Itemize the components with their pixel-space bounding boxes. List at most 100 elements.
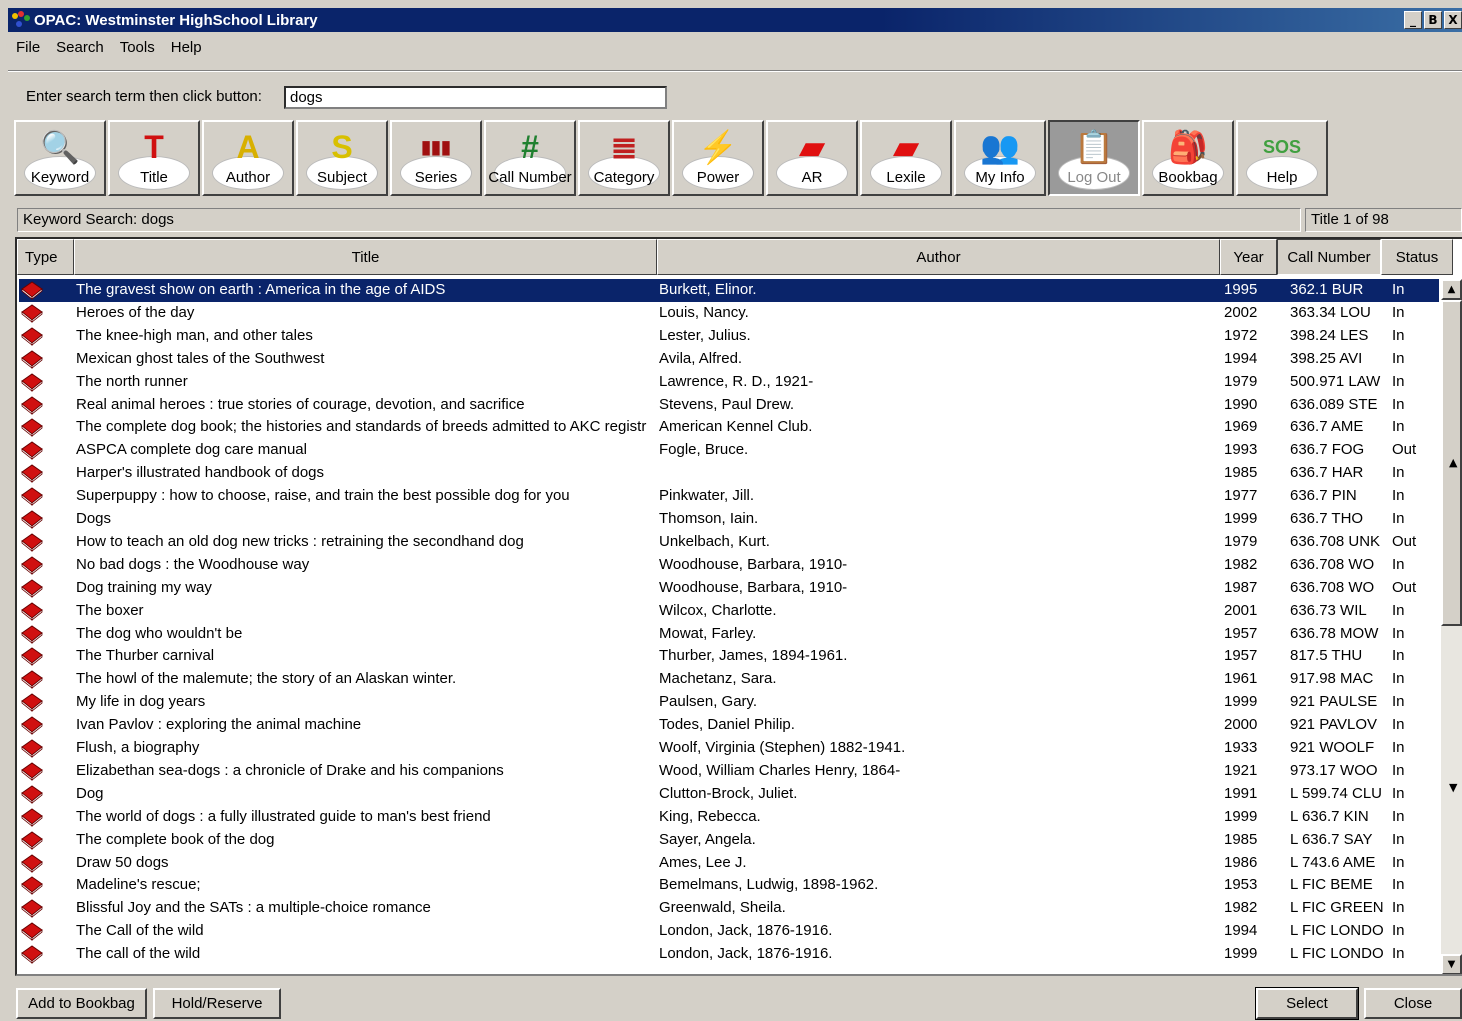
row-call-number: 921 PAULSE [1290,693,1378,711]
log-out-clipboard-icon: 📋 [1074,129,1114,165]
hold-reserve-button[interactable]: Hold/Reserve [153,988,281,1019]
table-row[interactable]: Dog Clutton-Brock, Juliet. 1991 L 599.74 CL… [19,783,1439,806]
book-icon [21,418,43,438]
table-row[interactable]: Madeline's rescue; Bemelmans, Ludwig, 189… [19,874,1439,897]
table-row[interactable]: My life in dog years Paulsen, Gary. 1999 92… [19,691,1439,714]
table-row[interactable]: Blissful Joy and the SATs : a multiple-c… [19,897,1439,920]
close-window-button[interactable]: X [1444,11,1462,29]
table-row[interactable]: The boxer Wilcox, Charlotte. 2001 636.73 WI… [19,600,1439,623]
toolbar-button-bookbag[interactable]: 🎒 Bookbag [1142,120,1234,196]
table-row[interactable]: Real animal heroes : true stories of cou… [19,394,1439,417]
scroll-up-arrow-icon[interactable]: ▲ [1441,279,1462,300]
toolbar-button-keyword[interactable]: 🔍 Keyword [14,120,106,196]
row-status: In [1392,853,1405,871]
row-author: Thomson, Iain. [659,510,759,527]
menu-separator [8,70,1462,72]
table-row[interactable]: The gravest show on earth : America in t… [19,279,1439,302]
table-row[interactable]: Mexican ghost tales of the Southwest Avil… [19,348,1439,371]
column-header-call-number[interactable]: Call Number [1277,239,1381,275]
table-row[interactable]: Dogs Thomson, Iain. 1999 636.7 THO In [19,508,1439,531]
table-row[interactable]: Dog training my way Woodhouse, Barbara, 1… [19,577,1439,600]
column-header-title[interactable]: Title [74,239,657,275]
toolbar-button-power[interactable]: ⚡ Power [672,120,764,196]
search-status: Keyword Search: dogs [17,208,1301,232]
toolbar-button-my-info[interactable]: 👥 My Info [954,120,1046,196]
author-pencil-icon: A [236,128,260,165]
toolbar-button-subject[interactable]: S Subject [296,120,388,196]
row-year: 2000 [1224,716,1258,734]
toolbar-button-author[interactable]: A Author [202,120,294,196]
row-status: In [1392,624,1405,642]
maximize-button[interactable]: B [1424,11,1442,29]
row-title: Dog [76,784,104,802]
series-books-icon: ▮▮▮ [421,136,451,157]
book-icon [21,739,43,758]
minimize-button[interactable]: _ [1404,11,1422,29]
table-row[interactable]: The howl of the malemute; the story of a… [19,668,1439,691]
table-row[interactable]: The complete book of the dog Sayer, Angel… [19,829,1439,852]
row-status: In [1392,349,1405,367]
toolbar-button-title[interactable]: T Title [108,120,200,196]
table-row[interactable]: The complete dog book; the histories and… [19,416,1439,439]
select-button[interactable]: Select [1255,987,1359,1020]
menu-help[interactable]: Help [163,39,210,56]
table-row[interactable]: The call of the wild London, Jack, 1876-1… [19,943,1439,966]
table-row[interactable]: The dog who wouldn't be Mowat, Farley. 195… [19,623,1439,646]
toolbar-button-call-number[interactable]: # Call Number [484,120,576,196]
row-title: Mexican ghost tales of the Southwest [76,349,325,367]
table-row[interactable]: Ivan Pavlov : exploring the animal machi… [19,714,1439,737]
page-up-arrow-icon[interactable]: ▲ [1449,456,1457,469]
table-row[interactable]: Heroes of the day Louis, Nancy. 2002 363.34… [19,302,1439,325]
row-call-number: L 599.74 CLU [1290,784,1383,802]
toolbar-button-ar[interactable]: ▰ AR [766,120,858,196]
ar-reader-icon: ▰ [799,129,825,165]
column-header-year[interactable]: Year [1220,239,1277,275]
row-year: 1953 [1224,876,1258,894]
toolbar-button-help[interactable]: SOS Help [1236,120,1328,196]
table-row[interactable]: Flush, a biography Woolf, Virginia (Steph… [19,737,1439,760]
table-row[interactable]: The knee-high man, and other tales Lester… [19,325,1439,348]
row-title: Elizabethan sea-dogs : a chronicle of Dr… [76,761,504,779]
toolbar-button-series[interactable]: ▮▮▮ Series [390,120,482,196]
column-header-author[interactable]: Author [657,239,1220,275]
search-input[interactable] [284,86,667,109]
add-to-bookbag-button[interactable]: Add to Bookbag [16,988,147,1019]
column-header-type[interactable]: Type [17,239,74,275]
row-year: 1957 [1224,624,1258,642]
table-row[interactable]: Elizabethan sea-dogs : a chronicle of Dr… [19,760,1439,783]
row-year: 1979 [1224,532,1258,550]
table-row[interactable]: The Thurber carnival Thurber, James, 1894… [19,645,1439,668]
magnifier-globe-icon: 🔍 [40,129,80,165]
row-author: Wood, William Charles Henry, 1864- [659,761,901,779]
row-title: Dogs [76,510,112,527]
table-row[interactable]: ASPCA complete dog care manual Fogle, Bru… [19,439,1439,462]
table-row[interactable]: Harper's illustrated handbook of dogs 198… [19,462,1439,485]
table-row[interactable]: No bad dogs : the Woodhouse way Woodhouse… [19,554,1439,577]
column-header-status[interactable]: Status [1381,239,1453,275]
row-call-number: L FIC LONDO [1290,922,1384,940]
table-row[interactable]: How to teach an old dog new tricks : ret… [19,531,1439,554]
row-status: In [1392,487,1405,505]
toolbar-button-lexile[interactable]: ▰ Lexile [860,120,952,196]
row-title: ASPCA complete dog care manual [76,441,307,459]
row-year: 1987 [1224,578,1258,596]
table-row[interactable]: Draw 50 dogs Ames, Lee J. 1986 L 743.6 AME I… [19,852,1439,875]
vertical-scrollbar[interactable]: ▲ ▼ [1441,279,1462,974]
menu-search[interactable]: Search [48,39,112,56]
row-title: Flush, a biography [76,739,200,756]
toolbar-button-category[interactable]: ≣ Category [578,120,670,196]
page-down-arrow-icon[interactable]: ▼ [1449,781,1457,794]
table-row[interactable]: Superpuppy : how to choose, raise, and t… [19,485,1439,508]
close-button[interactable]: Close [1364,988,1462,1019]
table-row[interactable]: The Call of the wild London, Jack, 1876-1… [19,920,1439,943]
scroll-down-arrow-icon[interactable]: ▼ [1441,954,1462,974]
row-year: 1969 [1224,418,1258,436]
row-author: Woodhouse, Barbara, 1910- [659,555,848,573]
menu-file[interactable]: File [8,39,48,56]
table-row[interactable]: The world of dogs : a fully illustrated … [19,806,1439,829]
toolbar-button-log-out[interactable]: 📋 Log Out [1048,120,1140,196]
menu-tools[interactable]: Tools [112,39,163,56]
row-call-number: 636.7 PIN [1290,487,1357,505]
table-row[interactable]: The north runner Lawrence, R. D., 1921- 19… [19,371,1439,394]
book-icon [21,327,43,346]
